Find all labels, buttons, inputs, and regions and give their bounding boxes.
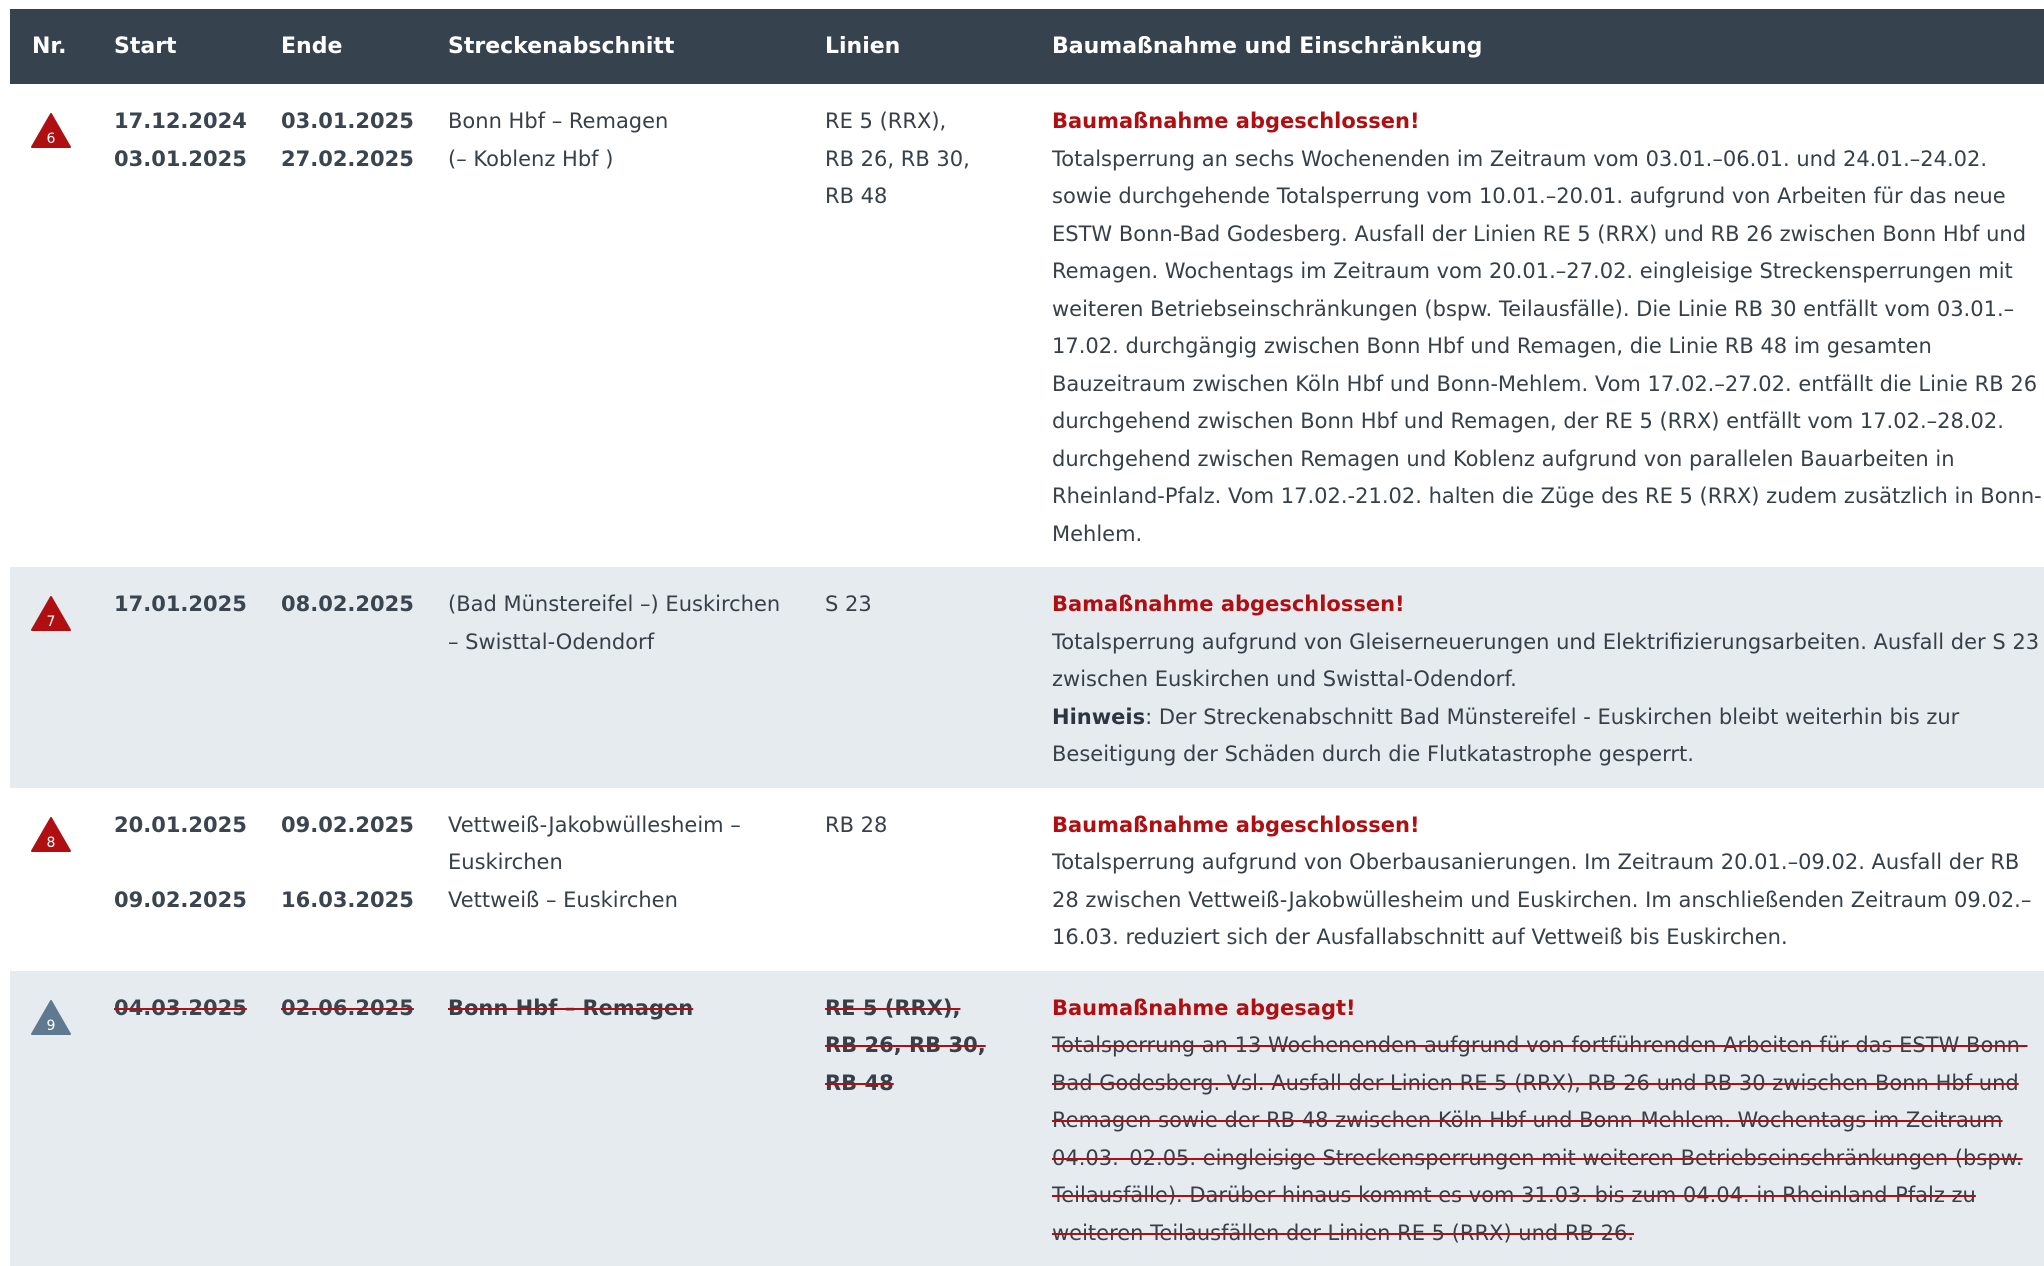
line-entry: RE 5 (RRX),: [825, 103, 1030, 141]
header-row: Nr. Start Ende Streckenabschnitt Linien …: [10, 9, 2044, 84]
section-line: – Swisttal-Odendorf: [448, 624, 803, 662]
measure-cell: Bamaßnahme abgeschlossen! Totalsperrung …: [1030, 567, 2044, 788]
row-number-cell: 9: [10, 971, 92, 1266]
construction-table: Nr. Start Ende Streckenabschnitt Linien …: [10, 9, 2044, 1266]
end-date: 02.06.2025: [281, 990, 426, 1028]
line-entry: RB 28: [825, 807, 1030, 845]
table-row: 9 04.03.2025 02.06.2025 Bonn Hbf – Remag…: [10, 971, 2044, 1266]
measure-text: Totalsperrung an 13 Wochenenden aufgrund…: [1052, 1033, 2028, 1245]
table-body: 6 17.12.2024 03.01.2025 03.01.2025 27.02…: [10, 84, 2044, 1266]
warning-triangle-icon: 9: [30, 999, 92, 1036]
end-cell: 02.06.2025: [259, 971, 426, 1266]
section-line: (Bad Münstereifel –) Euskirchen: [448, 586, 803, 624]
line-entry: RB 48: [825, 178, 1030, 216]
line-entry: RB 26, RB 30,: [825, 1027, 1030, 1065]
status-label: Baumaßnahme abgesagt!: [1052, 990, 2044, 1028]
lines-cell: RB 28: [803, 788, 1030, 971]
warning-triangle-icon: 7: [30, 595, 92, 632]
header-ende[interactable]: Ende: [259, 9, 426, 84]
line-entry: RE 5 (RRX),: [825, 990, 1030, 1028]
row-number: 9: [47, 1018, 56, 1034]
end-date: 08.02.2025: [281, 586, 426, 624]
warning-triangle-icon: 8: [30, 816, 92, 853]
row-number: 7: [47, 614, 56, 630]
start-cell: 17.12.2024 03.01.2025: [92, 84, 259, 567]
end-date: 09.02.2025: [281, 807, 426, 845]
start-date: 09.02.2025: [114, 882, 259, 920]
section-line: Euskirchen: [448, 844, 803, 882]
status-label: Bamaßnahme abgeschlossen!: [1052, 586, 2044, 624]
end-date: 03.01.2025: [281, 103, 426, 141]
start-date: 20.01.2025: [114, 807, 259, 845]
line-entry: RB 26, RB 30,: [825, 141, 1030, 179]
row-number-cell: 8: [10, 788, 92, 971]
header-nr[interactable]: Nr.: [10, 9, 92, 84]
section-cell: Bonn Hbf – Remagen: [426, 971, 803, 1266]
start-date: 04.03.2025: [114, 990, 259, 1028]
section-line: Bonn Hbf – Remagen: [448, 990, 803, 1028]
section-cell: Vettweiß-Jakobwüllesheim – Euskirchen Ve…: [426, 788, 803, 971]
section-cell: (Bad Münstereifel –) Euskirchen – Swistt…: [426, 567, 803, 788]
measure-text: Totalsperrung aufgrund von Oberbausanier…: [1052, 850, 2031, 949]
construction-table-wrapper: Nr. Start Ende Streckenabschnitt Linien …: [10, 9, 2044, 1266]
header-massnahme[interactable]: Baumaßnahme und Einschränkung: [1030, 9, 2044, 84]
status-label: Baumaßnahme abgeschlossen!: [1052, 807, 2044, 845]
note-label: Hinweis: [1052, 705, 1145, 729]
lines-cell: S 23: [803, 567, 1030, 788]
line-entry: RB 48: [825, 1065, 1030, 1103]
section-line: Vettweiß – Euskirchen: [448, 882, 803, 920]
header-linien[interactable]: Linien: [803, 9, 1030, 84]
note-line: Hinweis: Der Streckenabschnitt Bad Münst…: [1052, 699, 2044, 774]
row-number: 8: [47, 835, 56, 851]
measure-text: Totalsperrung aufgrund von Gleiserneueru…: [1052, 624, 2044, 699]
end-cell: 09.02.2025 16.03.2025: [259, 788, 426, 971]
row-number: 6: [47, 131, 56, 147]
row-number-cell: 6: [10, 84, 92, 567]
end-date: 27.02.2025: [281, 141, 426, 179]
table-header: Nr. Start Ende Streckenabschnitt Linien …: [10, 9, 2044, 84]
line-entry: S 23: [825, 586, 1030, 624]
measure-cell: Baumaßnahme abgeschlossen! Totalsperrung…: [1030, 84, 2044, 567]
row-number-cell: 7: [10, 567, 92, 788]
warning-triangle-icon: 6: [30, 112, 92, 149]
start-cell: 04.03.2025: [92, 971, 259, 1266]
lines-cell: RE 5 (RRX), RB 26, RB 30, RB 48: [803, 971, 1030, 1266]
start-cell: 17.01.2025: [92, 567, 259, 788]
start-date: 03.01.2025: [114, 141, 259, 179]
measure-cell: Baumaßnahme abgeschlossen! Totalsperrung…: [1030, 788, 2044, 971]
header-strecke[interactable]: Streckenabschnitt: [426, 9, 803, 84]
measure-text: Totalsperrung an sechs Wochenenden im Ze…: [1052, 147, 2042, 546]
table-row: 7 17.01.2025 08.02.2025 (Bad Münstereife…: [10, 567, 2044, 788]
end-cell: 08.02.2025: [259, 567, 426, 788]
section-line: (– Koblenz Hbf ): [448, 141, 803, 179]
table-row: 8 20.01.2025 09.02.2025 09.02.2025 16.03…: [10, 788, 2044, 971]
lines-cell: RE 5 (RRX), RB 26, RB 30, RB 48: [803, 84, 1030, 567]
end-date: 16.03.2025: [281, 882, 426, 920]
note-text: : Der Streckenabschnitt Bad Münstereifel…: [1052, 705, 1959, 767]
section-line: Vettweiß-Jakobwüllesheim –: [448, 807, 803, 845]
measure-cell: Baumaßnahme abgesagt! Totalsperrung an 1…: [1030, 971, 2044, 1266]
header-start[interactable]: Start: [92, 9, 259, 84]
status-label: Baumaßnahme abgeschlossen!: [1052, 103, 2044, 141]
start-cell: 20.01.2025 09.02.2025: [92, 788, 259, 971]
section-line: Bonn Hbf – Remagen: [448, 103, 803, 141]
start-date: 17.01.2025: [114, 586, 259, 624]
end-cell: 03.01.2025 27.02.2025: [259, 84, 426, 567]
table-row: 6 17.12.2024 03.01.2025 03.01.2025 27.02…: [10, 84, 2044, 567]
start-date: 17.12.2024: [114, 103, 259, 141]
section-cell: Bonn Hbf – Remagen (– Koblenz Hbf ): [426, 84, 803, 567]
